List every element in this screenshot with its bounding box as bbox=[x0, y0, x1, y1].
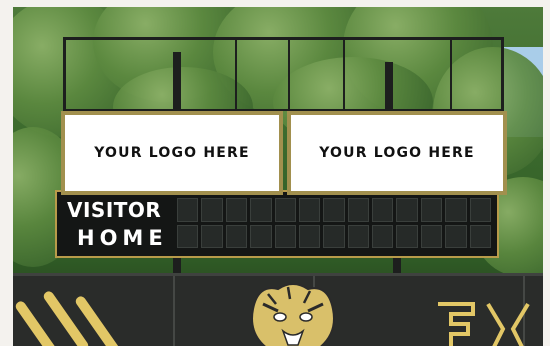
logo-placeholder-text-left: YOUR LOGO HERE bbox=[94, 145, 250, 161]
frame-pole bbox=[235, 37, 237, 112]
digit-cell bbox=[177, 224, 199, 248]
digit-cell bbox=[274, 198, 296, 222]
frame-pole bbox=[288, 37, 290, 112]
digit-cell bbox=[347, 198, 370, 222]
frame-pole bbox=[501, 37, 504, 117]
photo-scene: VISITOR HOME YOUR LOGO HERE YOUR LOGO HE… bbox=[0, 0, 550, 346]
fence-seam bbox=[173, 276, 175, 346]
digit-cell bbox=[250, 198, 272, 222]
digit-cell bbox=[201, 224, 223, 248]
tiger-mascot-graphic bbox=[251, 283, 335, 346]
team-labels: VISITOR HOME bbox=[57, 192, 175, 256]
score-digit-grid bbox=[177, 198, 491, 248]
digit-cell bbox=[396, 224, 418, 248]
frame-pole bbox=[385, 62, 393, 112]
digit-cell bbox=[372, 224, 394, 248]
digit-cell bbox=[469, 198, 491, 222]
digit-cell bbox=[469, 224, 491, 248]
banner-lettering-graphic bbox=[438, 302, 530, 346]
home-label: HOME bbox=[77, 226, 168, 250]
frame-pole bbox=[173, 52, 181, 112]
digit-cell bbox=[445, 224, 467, 248]
frame-pole bbox=[343, 37, 345, 112]
frame-bar-top bbox=[63, 37, 503, 40]
visitor-label: VISITOR bbox=[67, 198, 162, 222]
digit-cell bbox=[372, 198, 394, 222]
digit-cell bbox=[445, 198, 467, 222]
digit-cell bbox=[177, 198, 199, 222]
logo-placeholder-text-right: YOUR LOGO HERE bbox=[319, 145, 475, 161]
logo-panel-left: YOUR LOGO HERE bbox=[61, 111, 283, 195]
frame-pole bbox=[63, 37, 66, 117]
digit-cell bbox=[323, 198, 345, 222]
scoreboard: VISITOR HOME bbox=[55, 190, 499, 258]
frame-pole bbox=[450, 37, 452, 112]
digit-cell bbox=[420, 198, 443, 222]
digit-cell bbox=[298, 224, 321, 248]
digit-cell bbox=[420, 224, 443, 248]
digit-cell bbox=[225, 198, 248, 222]
digit-cell bbox=[298, 198, 321, 222]
digit-cell bbox=[274, 224, 296, 248]
digit-cell bbox=[396, 198, 418, 222]
digit-cell bbox=[250, 224, 272, 248]
digit-cell bbox=[201, 198, 223, 222]
digit-cell bbox=[347, 224, 370, 248]
digit-cell bbox=[323, 224, 345, 248]
logo-panel-right: YOUR LOGO HERE bbox=[287, 111, 507, 195]
digit-cell bbox=[225, 224, 248, 248]
